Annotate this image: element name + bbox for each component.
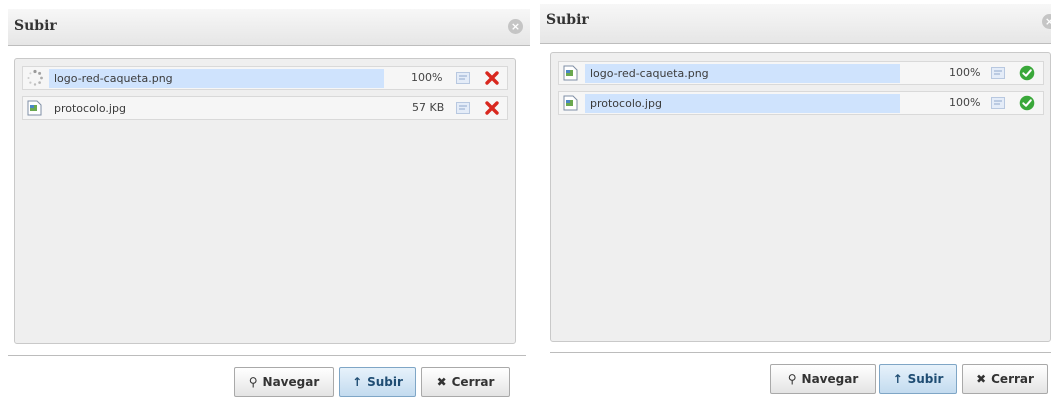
upload-button[interactable]: ↑ Subir [879, 364, 957, 394]
cancel-button[interactable]: ✖ Cerrar [962, 364, 1048, 394]
file-row: protocolo.jpg 57 KB [22, 96, 508, 120]
file-name: protocolo.jpg [54, 102, 126, 115]
browse-button-label: Navegar [262, 375, 320, 389]
close-icon[interactable]: × [508, 19, 523, 34]
cancel-button-label: Cerrar [451, 375, 495, 389]
success-check-icon [1019, 95, 1035, 111]
file-row: protocolo.jpg 100% [558, 91, 1044, 115]
file-name: logo-red-caqueta.png [585, 64, 900, 83]
upload-button-label: Subir [907, 372, 944, 386]
image-file-icon [563, 65, 578, 81]
upload-dialog-left: Subir × logo-red-caqueta.png 100% protoc… [0, 0, 530, 402]
file-status: 100% [411, 71, 443, 84]
upload-dialog-right: Subir × logo-red-caqueta.png 100% protoc… [540, 0, 1051, 402]
dialog-titlebar: Subir × [8, 9, 530, 46]
upload-button-label: Subir [367, 375, 403, 389]
cancel-button-label: Cerrar [991, 372, 1034, 386]
file-name: logo-red-caqueta.png [49, 69, 384, 88]
browse-button[interactable]: ⚲ Navegar [234, 367, 334, 397]
cancel-button[interactable]: ✖ Cerrar [421, 367, 510, 397]
comment-icon[interactable] [991, 97, 1005, 109]
comment-icon[interactable] [456, 102, 470, 114]
file-row: logo-red-caqueta.png 100% [22, 66, 508, 90]
close-icon[interactable]: × [1042, 14, 1051, 29]
image-file-icon [27, 100, 42, 116]
file-name: protocolo.jpg [585, 94, 900, 113]
file-list: logo-red-caqueta.png 100% protocolo.jpg … [14, 58, 516, 344]
comment-icon[interactable] [991, 67, 1005, 79]
upload-arrow-icon: ↑ [892, 372, 903, 386]
image-file-icon [563, 95, 578, 111]
file-status: 100% [949, 66, 981, 79]
upload-arrow-icon: ↑ [352, 375, 363, 389]
search-icon: ⚲ [787, 372, 797, 386]
browse-button-label: Navegar [801, 372, 859, 386]
search-icon: ⚲ [248, 375, 258, 389]
dialog-title: Subir [546, 12, 589, 28]
spinner-icon [27, 69, 43, 86]
file-list: logo-red-caqueta.png 100% protocolo.jpg … [550, 52, 1051, 342]
comment-icon[interactable] [456, 72, 470, 84]
dialog-title: Subir [14, 18, 57, 34]
footer-divider [550, 352, 1051, 353]
file-status: 100% [949, 96, 981, 109]
file-size: 57 KB [412, 101, 445, 114]
success-check-icon [1019, 65, 1035, 81]
cancel-icon: ✖ [976, 372, 987, 386]
remove-icon[interactable] [484, 100, 500, 116]
cancel-icon: ✖ [436, 375, 447, 389]
footer-divider [8, 355, 526, 356]
dialog-titlebar: Subir × [540, 4, 1051, 44]
remove-icon[interactable] [484, 70, 500, 86]
file-row: logo-red-caqueta.png 100% [558, 61, 1044, 85]
browse-button[interactable]: ⚲ Navegar [770, 364, 876, 394]
upload-button[interactable]: ↑ Subir [339, 367, 416, 397]
